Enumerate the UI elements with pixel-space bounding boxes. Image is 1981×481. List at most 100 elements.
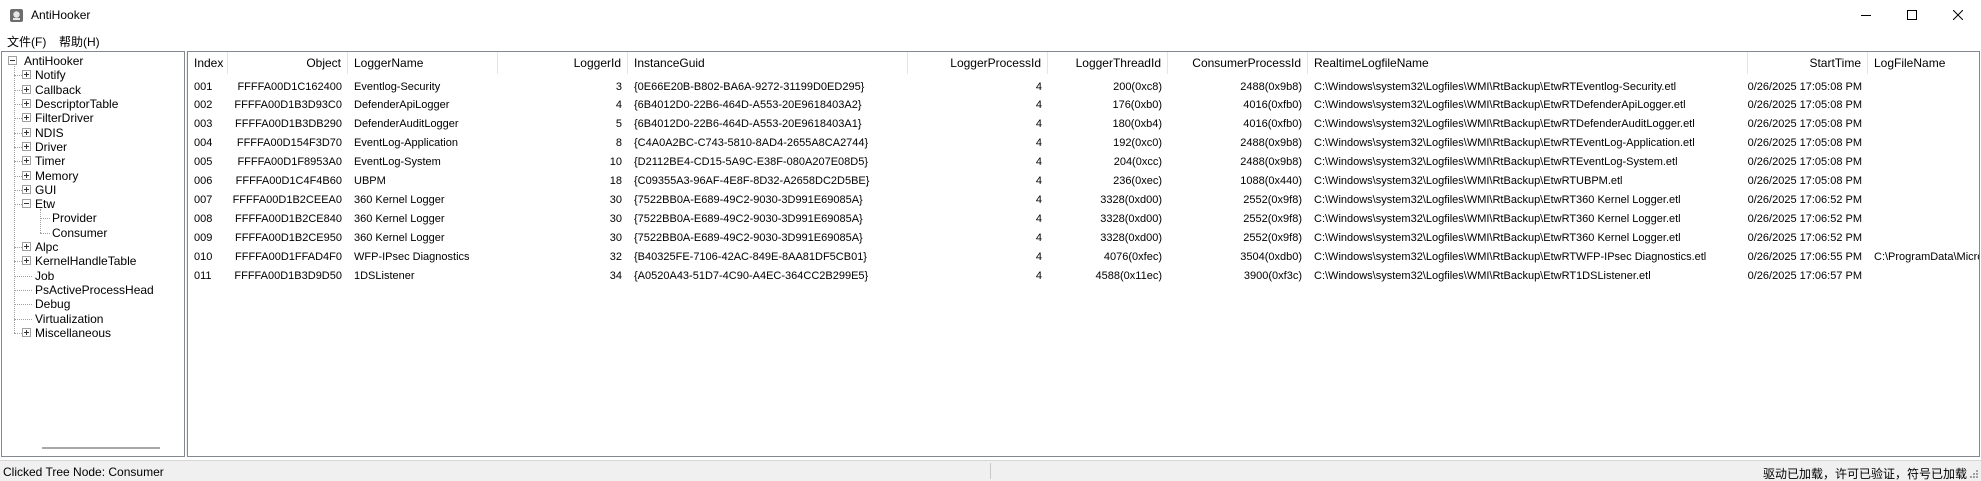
cell-loggerprocessid: 4 — [1035, 99, 1042, 112]
tree-expander-callback[interactable] — [22, 84, 31, 94]
cell-instanceguid: {7522BB0A-E689-49C2-9030-3D991E69085A} — [634, 212, 863, 225]
tree-expander-etw[interactable] — [22, 199, 31, 209]
cell-index: 009 — [194, 231, 213, 244]
column-header-starttime[interactable]: StartTime — [1748, 52, 1868, 74]
column-header-consumerprocessid[interactable]: ConsumerProcessId — [1168, 52, 1308, 74]
tree-connector — [14, 275, 32, 277]
etw-consumer-table: Index Object LoggerName LoggerId InstanceGui… — [187, 51, 1980, 457]
minimize-button[interactable] — [1843, 0, 1889, 30]
cell-index: 005 — [194, 156, 213, 169]
tree-expander-descriptortable[interactable] — [22, 99, 31, 109]
tree-expander-ndis[interactable] — [22, 127, 31, 137]
cell-consumerprocessid: 4016(0xfb0) — [1243, 118, 1302, 131]
cell-loggername: Eventlog-Security — [354, 80, 441, 93]
column-header-loggername[interactable]: LoggerName — [348, 52, 498, 74]
tree-expander-memory[interactable] — [22, 170, 31, 180]
cell-object: FFFFA00D1C162400 — [237, 80, 342, 93]
cell-starttime: 10/26/2025 17:06:52 PM — [1748, 231, 1862, 244]
cell-logfilename — [1868, 209, 1979, 228]
table-row[interactable]: 003 FFFFA00D1B3DB290 DefenderAuditLogger 5 {… — [188, 115, 1979, 134]
table-row[interactable]: 010 FFFFA00D1FFAD4F0 WFP-IPsec Diagnostics… — [188, 247, 1979, 266]
cell-index: 007 — [194, 193, 213, 206]
table-row[interactable]: 009 FFFFA00D1B2CE950 360 Kernel Logger 30 {7… — [188, 228, 1979, 247]
maximize-button[interactable] — [1889, 0, 1935, 30]
table-row[interactable]: 005 FFFFA00D1F8953A0 EventLog-System 10 {D21… — [188, 153, 1979, 172]
cell-starttime: 10/26/2025 17:05:08 PM — [1748, 156, 1862, 169]
tree-connector — [14, 118, 22, 120]
column-header-loggerid[interactable]: LoggerId — [498, 52, 628, 74]
cell-logfilename — [1868, 134, 1979, 153]
cell-object: FFFFA00D1FFAD4F0 — [235, 250, 342, 263]
tree-connector — [14, 204, 22, 206]
tree-expander-miscellaneous[interactable] — [22, 327, 31, 337]
column-header-loggerthreadid[interactable]: LoggerThreadId — [1048, 52, 1168, 74]
cell-realtimelogfilename: C:\Windows\system32\Logfiles\WMI\RtBacku… — [1314, 231, 1681, 244]
cell-realtimelogfilename: C:\Windows\system32\Logfiles\WMI\RtBacku… — [1314, 250, 1707, 263]
tree-connector — [14, 261, 22, 263]
tree-expander-filterdriver[interactable] — [22, 113, 31, 123]
maximize-icon — [1907, 10, 1917, 20]
table-row[interactable]: 002 FFFFA00D1B3D93C0 DefenderApiLogger 4 {6B… — [188, 96, 1979, 115]
tree-view[interactable]: AntiHooker Notify Callback DescriptorTable F… — [1, 51, 185, 457]
column-header-realtimelogfilename[interactable]: RealtimeLogfileName — [1308, 52, 1748, 74]
menu-file[interactable]: 文件(F) — [7, 33, 46, 50]
close-button[interactable] — [1935, 0, 1981, 30]
resize-grip-icon[interactable] — [1969, 469, 1979, 479]
status-separator — [990, 463, 991, 479]
cell-starttime: 10/26/2025 17:06:55 PM — [1748, 250, 1862, 263]
table-row[interactable]: 004 FFFFA00D154F3D70 EventLog-Application 8… — [188, 134, 1979, 153]
cell-realtimelogfilename: C:\Windows\system32\Logfiles\WMI\RtBacku… — [1314, 269, 1651, 282]
cell-loggerthreadid: 236(0xec) — [1113, 175, 1162, 187]
cell-loggername: 360 Kernel Logger — [354, 212, 445, 225]
cell-object: FFFFA00D1B3DB290 — [235, 118, 342, 131]
table-row[interactable]: 011 FFFFA00D1B3D9D50 1DSListener 34 {A0520A4… — [188, 266, 1979, 285]
column-header-instanceguid[interactable]: InstanceGuid — [628, 52, 908, 74]
tree-root-expander[interactable] — [8, 56, 17, 66]
tree-connector — [14, 175, 22, 177]
cell-logfilename — [1868, 153, 1979, 172]
cell-loggerthreadid: 200(0xc8) — [1113, 80, 1162, 93]
column-header-index[interactable]: Index — [188, 52, 228, 74]
cell-loggerthreadid: 204(0xcc) — [1113, 156, 1162, 169]
cell-loggerthreadid: 3328(0xd00) — [1100, 231, 1162, 244]
cell-starttime: 10/26/2025 17:05:08 PM — [1748, 175, 1862, 187]
cell-starttime: 10/26/2025 17:05:08 PM — [1748, 118, 1862, 131]
cell-loggerid: 3 — [615, 80, 622, 93]
column-header-object[interactable]: Object — [228, 52, 348, 74]
cell-instanceguid: {B40325FE-7106-42AC-849E-8AA81DF5CB01} — [634, 250, 867, 263]
cell-index: 001 — [194, 80, 213, 93]
cell-object: FFFFA00D1B3D9D50 — [234, 269, 342, 282]
minimize-icon — [1861, 15, 1871, 16]
tree-connector — [40, 232, 50, 234]
tree-expander-timer[interactable] — [22, 156, 31, 166]
app-icon — [10, 9, 23, 22]
table-row[interactable]: 007 FFFFA00D1B2CEEA0 360 Kernel Logger 30 {7… — [188, 190, 1979, 209]
tree-item-consumer[interactable]: Consumer — [52, 224, 107, 242]
table-row[interactable]: 001 FFFFA00D1C162400 Eventlog-Security 3 {0E… — [188, 77, 1979, 96]
tree-expander-notify[interactable] — [22, 70, 31, 80]
tree-expander-alpc[interactable] — [22, 242, 31, 252]
table-row[interactable]: 008 FFFFA00D1B2CE840 360 Kernel Logger 30 {7… — [188, 209, 1979, 228]
menu-help[interactable]: 帮助(H) — [59, 33, 100, 50]
cell-instanceguid: {7522BB0A-E689-49C2-9030-3D991E69085A} — [634, 193, 863, 206]
cell-loggerthreadid: 4076(0xfec) — [1103, 250, 1162, 263]
table-row[interactable]: 006 FFFFA00D1C4F4B60 UBPM 18 {C09355A3-96AF-… — [188, 172, 1979, 191]
tree-horizontal-scrollbar[interactable] — [42, 447, 160, 449]
tree-expander-kernelhandletable[interactable] — [22, 256, 31, 266]
column-header-logfilename[interactable]: LogFileName — [1868, 52, 1979, 74]
tree-item-miscellaneous[interactable]: Miscellaneous — [35, 324, 111, 342]
cell-object: FFFFA00D1B3D93C0 — [234, 99, 342, 112]
cell-loggerthreadid: 3328(0xd00) — [1100, 193, 1162, 206]
close-icon — [1953, 10, 1963, 20]
tree-connector — [14, 189, 22, 191]
title-bar[interactable]: AntiHooker — [0, 0, 1981, 30]
tree-expander-driver[interactable] — [22, 141, 31, 151]
tree-expander-gui[interactable] — [22, 184, 31, 194]
cell-instanceguid: {D2112BE4-CD15-5A9C-E38F-080A207E08D5} — [634, 156, 868, 169]
status-text: Clicked Tree Node: Consumer — [3, 465, 164, 479]
table-header: Index Object LoggerName LoggerId InstanceGui… — [188, 52, 1979, 74]
cell-index: 004 — [194, 137, 213, 150]
cell-logfilename — [1868, 115, 1979, 134]
cell-loggerprocessid: 4 — [1035, 80, 1042, 93]
column-header-loggerprocessid[interactable]: LoggerProcessId — [908, 52, 1048, 74]
